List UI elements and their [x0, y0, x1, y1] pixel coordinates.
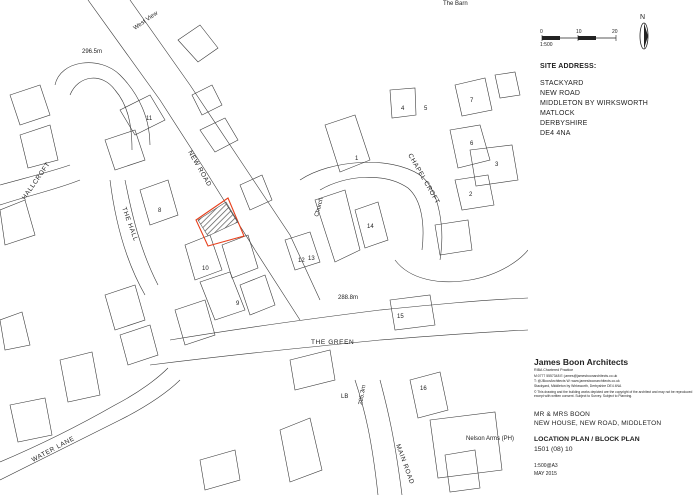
north-label: N [640, 14, 646, 21]
site-address-line: NEW ROAD [540, 90, 581, 97]
scale-tick-0: 0 [540, 29, 543, 35]
drawing-title: LOCATION PLAN / BLOCK PLAN [534, 436, 640, 443]
company-contact: T: @JBoonArchitects W: www.jamesboonarch… [534, 379, 620, 383]
company-contact: M:0777 5557348 E: james@jamesboonarchite… [534, 374, 618, 378]
client-project: NEW HOUSE, NEW ROAD, MIDDLETON [534, 420, 662, 427]
label-lb: LB [341, 394, 348, 400]
plot-number: 13 [308, 256, 315, 262]
plot-number: 15 [397, 314, 404, 320]
client-name: MR & MRS BOON [534, 411, 591, 418]
site-address-heading: SITE ADDRESS: [540, 63, 597, 70]
site-address-line: DERBYSHIRE [540, 120, 588, 127]
north-arrow-icon [639, 22, 649, 50]
scale-ratio: 1:500 [540, 42, 553, 48]
company-tagline: RIBA Chartered Practice [534, 368, 574, 372]
label-the-green: THE GREEN [311, 339, 354, 346]
drawing-number: 1501 (08) 10 [534, 446, 573, 453]
plot-number: 12 [298, 258, 305, 264]
label-nelson-arms: Nelson Arms (PH) [466, 436, 514, 442]
site-address-line: DE4 4NA [540, 130, 571, 137]
plot-number: 10 [202, 266, 209, 272]
location-map: The Barn West View 296.5m 288.8m 285.3m … [0, 0, 528, 495]
plot-number: 16 [420, 386, 427, 392]
copyright-note: © This drawing and the building works de… [534, 390, 693, 398]
site-address-line: MIDDLETON BY WIRKSWORTH [540, 100, 649, 107]
drawing-date: MAY 2015 [534, 471, 557, 477]
label-height-2: 288.8m [338, 295, 358, 301]
drawing-scale: 1:500@A3 [534, 463, 558, 469]
site-address-line: MATLOCK [540, 110, 575, 117]
plot-number: 11 [146, 116, 153, 122]
label-height-1: 296.5m [82, 49, 102, 55]
scale-tick-10: 10 [576, 29, 582, 35]
title-panel: 0 10 20 1:500 N SITE ADDRESS: STACKYARD … [528, 0, 700, 495]
label-the-barn: The Barn [443, 1, 468, 7]
scale-tick-20: 20 [612, 29, 618, 35]
company-contact: Stackyard, Middleton by Wirksworth, Derb… [534, 384, 622, 388]
site-address-line: STACKYARD [540, 80, 584, 87]
company-name: James Boon Architects [534, 357, 629, 367]
plot-number: 14 [367, 224, 374, 230]
